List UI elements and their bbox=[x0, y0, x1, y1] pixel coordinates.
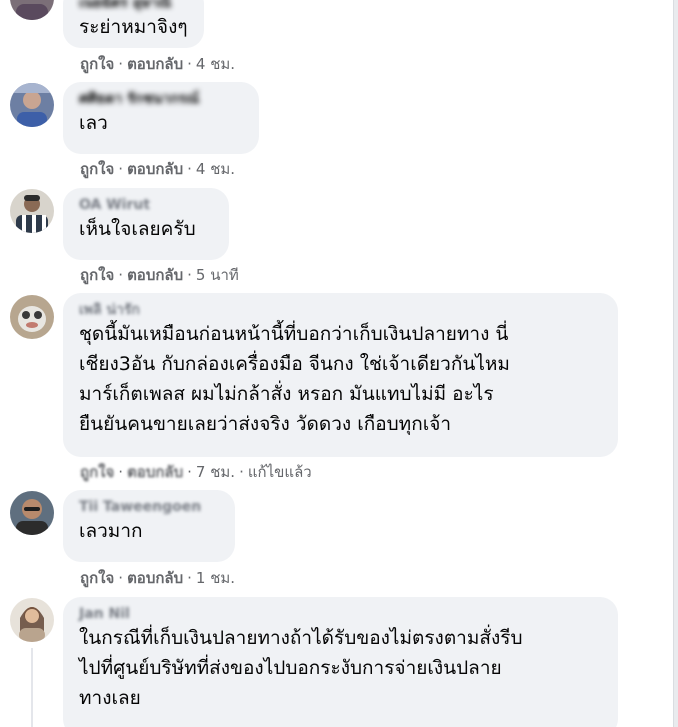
comment-author[interactable]: เนยฉัตร อุษาณี bbox=[79, 0, 188, 12]
like-button[interactable]: ถูกใจ bbox=[80, 463, 114, 481]
comment-actions: ถูกใจ · ตอบกลับ · 5 นาที bbox=[80, 265, 239, 285]
edited-label[interactable]: แก้ไขแล้ว bbox=[248, 463, 312, 481]
comment-text: ระย่าหมาจิงๆ bbox=[79, 16, 188, 38]
reply-button[interactable]: ตอบกลับ bbox=[127, 55, 183, 73]
separator-dot: · bbox=[239, 463, 244, 481]
comment-author[interactable]: เพลิ น่ารัก bbox=[79, 301, 602, 319]
comment-author[interactable]: ศศิธดา รักชนากรณ์ bbox=[79, 90, 243, 108]
comment-bubble: ศศิธดา รักชนากรณ์ เลว bbox=[63, 82, 259, 154]
comment-actions: ถูกใจ · ตอบกลับ · 7 ชม. · แก้ไขแล้ว bbox=[80, 462, 312, 482]
separator-dot: · bbox=[118, 266, 124, 284]
reply-button[interactable]: ตอบกลับ bbox=[127, 569, 183, 587]
reply-button[interactable]: ตอบกลับ bbox=[127, 160, 183, 178]
avatar[interactable] bbox=[10, 83, 54, 127]
comment-author[interactable]: Jan Nil bbox=[79, 605, 602, 623]
separator-dot: · bbox=[187, 160, 192, 178]
comment-text: ชุดนี้มันเหมือนก่อนหน้านี้ที่บอกว่าเก็บเ… bbox=[79, 323, 510, 435]
comment-timestamp[interactable]: 7 ชม. bbox=[196, 463, 235, 481]
separator-dot: · bbox=[187, 55, 192, 73]
separator-dot: · bbox=[118, 463, 124, 481]
comment-actions: ถูกใจ · ตอบกลับ · 1 ชม. bbox=[80, 568, 235, 588]
separator-dot: · bbox=[118, 569, 124, 587]
comment-text: เลวมาก bbox=[79, 520, 143, 542]
comment-text: ในกรณีที่เก็บเงินปลายทางถ้าได้รับของไม่ต… bbox=[79, 627, 523, 709]
separator-dot: · bbox=[118, 55, 124, 73]
comment-bubble: Jan Nil ในกรณีที่เก็บเงินปลายทางถ้าได้รั… bbox=[63, 597, 618, 727]
separator-dot: · bbox=[187, 463, 192, 481]
reply-button[interactable]: ตอบกลับ bbox=[127, 463, 183, 481]
comment-bubble: Tii Taweengoen เลวมาก bbox=[63, 490, 235, 562]
comment-bubble: OA Wirut เห็นใจเลยครับ bbox=[63, 188, 229, 260]
avatar[interactable] bbox=[10, 295, 54, 339]
comment-author[interactable]: Tii Taweengoen bbox=[79, 498, 219, 516]
comment-author[interactable]: OA Wirut bbox=[79, 196, 213, 214]
comment-text: เลว bbox=[79, 112, 108, 134]
comment-bubble: เนยฉัตร อุษาณี ระย่าหมาจิงๆ bbox=[63, 0, 204, 48]
comment-actions: ถูกใจ · ตอบกลับ · 4 ชม. bbox=[80, 159, 235, 179]
like-button[interactable]: ถูกใจ bbox=[80, 55, 114, 73]
like-button[interactable]: ถูกใจ bbox=[80, 160, 114, 178]
comment-timestamp[interactable]: 5 นาที bbox=[196, 266, 239, 284]
separator-dot: · bbox=[187, 569, 192, 587]
separator-dot: · bbox=[118, 160, 124, 178]
scroll-track[interactable] bbox=[673, 0, 678, 727]
comment-timestamp[interactable]: 1 ชม. bbox=[196, 569, 235, 587]
avatar[interactable] bbox=[10, 189, 54, 233]
reply-thread-line bbox=[31, 648, 33, 727]
comment-bubble: เพลิ น่ารัก ชุดนี้มันเหมือนก่อนหน้านี้ที… bbox=[63, 293, 618, 457]
reply-button[interactable]: ตอบกลับ bbox=[127, 266, 183, 284]
comment-actions: ถูกใจ · ตอบกลับ · 4 ชม. bbox=[80, 54, 235, 74]
separator-dot: · bbox=[187, 266, 192, 284]
comment-timestamp[interactable]: 4 ชม. bbox=[196, 55, 235, 73]
avatar[interactable] bbox=[10, 0, 54, 20]
like-button[interactable]: ถูกใจ bbox=[80, 569, 114, 587]
comment-timestamp[interactable]: 4 ชม. bbox=[196, 160, 235, 178]
avatar[interactable] bbox=[10, 598, 54, 642]
comment-text: เห็นใจเลยครับ bbox=[79, 218, 196, 240]
like-button[interactable]: ถูกใจ bbox=[80, 266, 114, 284]
avatar[interactable] bbox=[10, 491, 54, 535]
